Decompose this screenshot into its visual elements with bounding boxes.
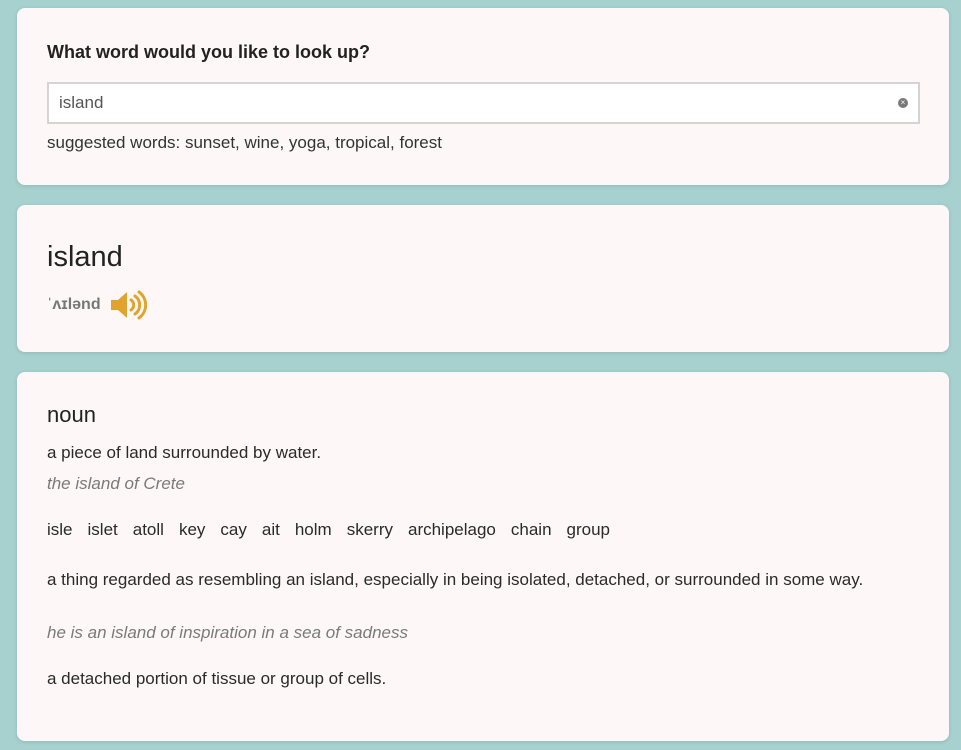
synonym[interactable]: cay (220, 520, 246, 540)
synonym[interactable]: chain (511, 520, 552, 540)
example: he is an island of inspiration in a sea … (47, 623, 409, 642)
speaker-icon[interactable] (109, 289, 147, 321)
meaning-card: noun a piece of land surrounded by water… (17, 372, 949, 741)
synonym[interactable]: ait (262, 520, 280, 540)
definition: a detached portion of tissue or group of… (47, 669, 387, 688)
synonym[interactable]: skerry (347, 520, 393, 540)
word-card: island ˈʌɪlənd (17, 205, 949, 352)
example: the island of Crete (47, 474, 185, 493)
word-title: island (47, 241, 123, 273)
suggested-words: suggested words: sunset, wine, yoga, tro… (47, 133, 442, 152)
synonym[interactable]: key (179, 520, 205, 540)
synonym[interactable]: group (567, 520, 610, 540)
search-input-value[interactable]: island (59, 93, 898, 113)
definition: a piece of land surrounded by water. (47, 443, 322, 462)
phonetic: ˈʌɪlənd (47, 296, 101, 313)
search-card: What word would you like to look up? isl… (17, 8, 949, 185)
clear-icon[interactable]: × (898, 98, 908, 108)
part-of-speech: noun (47, 402, 96, 427)
synonym[interactable]: atoll (133, 520, 164, 540)
synonym[interactable]: isle (47, 520, 73, 540)
definition: a thing regarded as resembling an island… (47, 570, 864, 589)
search-input[interactable]: island × (47, 82, 920, 124)
synonym[interactable]: islet (88, 520, 118, 540)
synonym[interactable]: holm (295, 520, 332, 540)
synonym[interactable]: archipelago (408, 520, 496, 540)
synonyms-list: isle islet atoll key cay ait holm skerry… (47, 520, 610, 540)
search-prompt: What word would you like to look up? (47, 42, 370, 62)
